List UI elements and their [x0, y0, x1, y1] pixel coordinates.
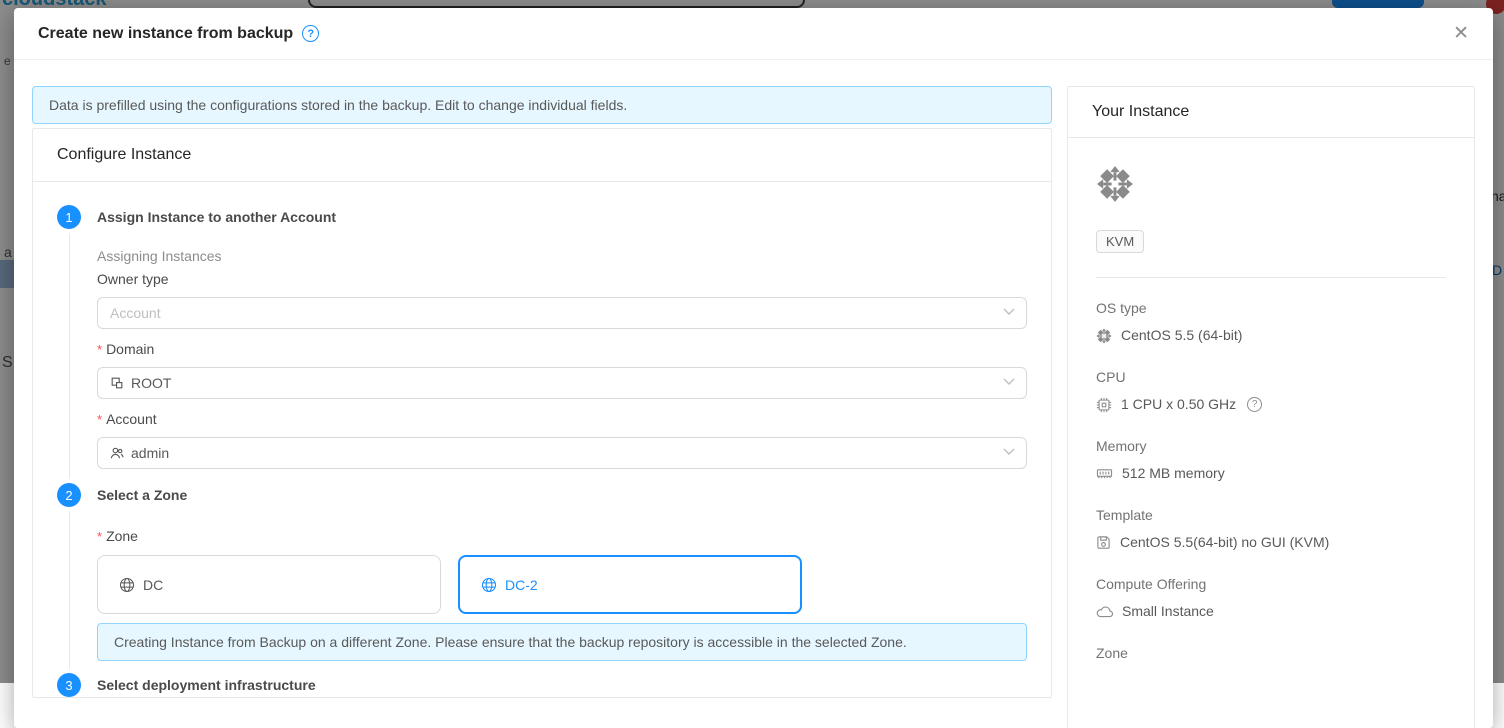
step-rail: 1: [57, 205, 81, 483]
detail-template: Template CentOS 5.5(64-bit) no GUI (KVM): [1096, 507, 1446, 551]
domain-label: * Domain: [97, 341, 1027, 358]
zone-name: DC: [143, 577, 163, 593]
step-content: Assign Instance to another Account Assig…: [97, 205, 1027, 483]
detail-value: 512 MB memory: [1122, 465, 1225, 482]
detail-label: Compute Offering: [1096, 576, 1446, 593]
step-rail: 3: [57, 673, 81, 697]
chevron-down-icon: [1003, 448, 1015, 456]
zone-name: DC-2: [505, 577, 538, 593]
detail-cpu: CPU 1 CPU x 0.50 GHz ?: [1096, 369, 1446, 413]
detail-os-type: OS type CentOS 5.5: [1096, 300, 1446, 344]
wizard-steps: 1 Assign Instance to another Account Ass…: [33, 182, 1051, 697]
zone-card-dc[interactable]: DC: [97, 555, 441, 614]
required-mark: *: [97, 342, 102, 357]
prefill-info-banner: Data is prefilled using the configuratio…: [32, 86, 1052, 124]
user-icon: [110, 446, 124, 460]
account-select[interactable]: admin: [97, 437, 1027, 469]
detail-label: Memory: [1096, 438, 1446, 455]
step-title: Assign Instance to another Account: [97, 205, 1027, 229]
domain-value: ROOT: [131, 375, 171, 391]
required-mark: *: [97, 412, 102, 427]
required-mark: *: [97, 529, 102, 544]
help-icon[interactable]: ?: [1247, 397, 1262, 412]
step-title: Select a Zone: [97, 483, 1027, 507]
cloud-icon: [1096, 605, 1113, 618]
zone-options: DC DC-2: [97, 555, 1027, 614]
step-content: Select a Zone * Zone DC: [97, 483, 1027, 673]
modal-body: Data is prefilled using the configuratio…: [14, 60, 1493, 728]
step-number-badge: 1: [57, 205, 81, 229]
assigning-instances-hint: Assigning Instances: [97, 248, 1027, 265]
template-icon: [1096, 535, 1111, 550]
chevron-down-icon: [1003, 308, 1015, 316]
step-rail: 2: [57, 483, 81, 673]
modal-title: Create new instance from backup: [38, 25, 293, 43]
globe-icon: [481, 577, 497, 593]
your-instance-body: KVM OS type: [1068, 138, 1474, 662]
detail-memory: Memory 512 MB memory: [1096, 438, 1446, 482]
step-connector: [69, 511, 70, 669]
memory-icon: [1096, 466, 1113, 481]
cpu-icon: [1096, 397, 1112, 413]
step-number-badge: 3: [57, 673, 81, 697]
hypervisor-tag: KVM: [1096, 230, 1144, 253]
detail-label: CPU: [1096, 369, 1446, 386]
zone-label: * Zone: [97, 528, 1027, 545]
domain-icon: [110, 376, 124, 390]
step-deployment-infrastructure: 3 Select deployment infrastructure: [57, 673, 1027, 697]
step-title: Select deployment infrastructure: [97, 673, 1027, 697]
detail-label: OS type: [1096, 300, 1446, 317]
zone-label-text: Zone: [106, 528, 138, 544]
step-assign-account: 1 Assign Instance to another Account Ass…: [57, 205, 1027, 483]
your-instance-title: Your Instance: [1068, 87, 1474, 138]
domain-label-text: Domain: [106, 341, 154, 357]
detail-zone: Zone: [1096, 645, 1446, 662]
centos-icon: [1096, 328, 1112, 344]
modal-header: Create new instance from backup ? ✕: [14, 8, 1493, 60]
step-number-badge: 2: [57, 483, 81, 507]
step-connector: [69, 233, 70, 479]
account-value: admin: [131, 445, 169, 461]
zone-card-dc-2[interactable]: DC-2: [458, 555, 802, 614]
account-label-text: Account: [106, 411, 157, 427]
owner-type-value: Account: [110, 305, 161, 321]
detail-value: Small Instance: [1122, 603, 1214, 620]
your-instance-panel: Your Instance KVM: [1067, 86, 1475, 728]
centos-logo-icon: [1096, 165, 1446, 203]
close-icon[interactable]: ✕: [1453, 24, 1469, 43]
domain-select[interactable]: ROOT: [97, 367, 1027, 399]
detail-value: CentOS 5.5(64-bit) no GUI (KVM): [1120, 534, 1329, 551]
help-icon[interactable]: ?: [302, 25, 319, 42]
detail-label: Zone: [1096, 645, 1446, 662]
account-label: * Account: [97, 411, 1027, 428]
configure-instance-title: Configure Instance: [33, 129, 1051, 182]
step-content: Select deployment infrastructure: [97, 673, 1027, 697]
zone-warning-banner: Creating Instance from Backup on a diffe…: [97, 623, 1027, 661]
detail-compute-offering: Compute Offering Small Instance: [1096, 576, 1446, 620]
configure-instance-card: Configure Instance 1 Assign Instance to …: [32, 128, 1052, 698]
create-instance-from-backup-modal: Create new instance from backup ? ✕ Data…: [14, 8, 1493, 728]
form-column: Data is prefilled using the configuratio…: [32, 86, 1052, 698]
detail-value: CentOS 5.5 (64-bit): [1121, 327, 1242, 344]
owner-type-label: Owner type: [97, 271, 1027, 288]
owner-type-select[interactable]: Account: [97, 297, 1027, 329]
chevron-down-icon: [1003, 378, 1015, 386]
detail-value: 1 CPU x 0.50 GHz: [1121, 396, 1236, 413]
globe-icon: [119, 577, 135, 593]
step-select-zone: 2 Select a Zone * Zone: [57, 483, 1027, 673]
detail-label: Template: [1096, 507, 1446, 524]
divider: [1096, 277, 1446, 278]
